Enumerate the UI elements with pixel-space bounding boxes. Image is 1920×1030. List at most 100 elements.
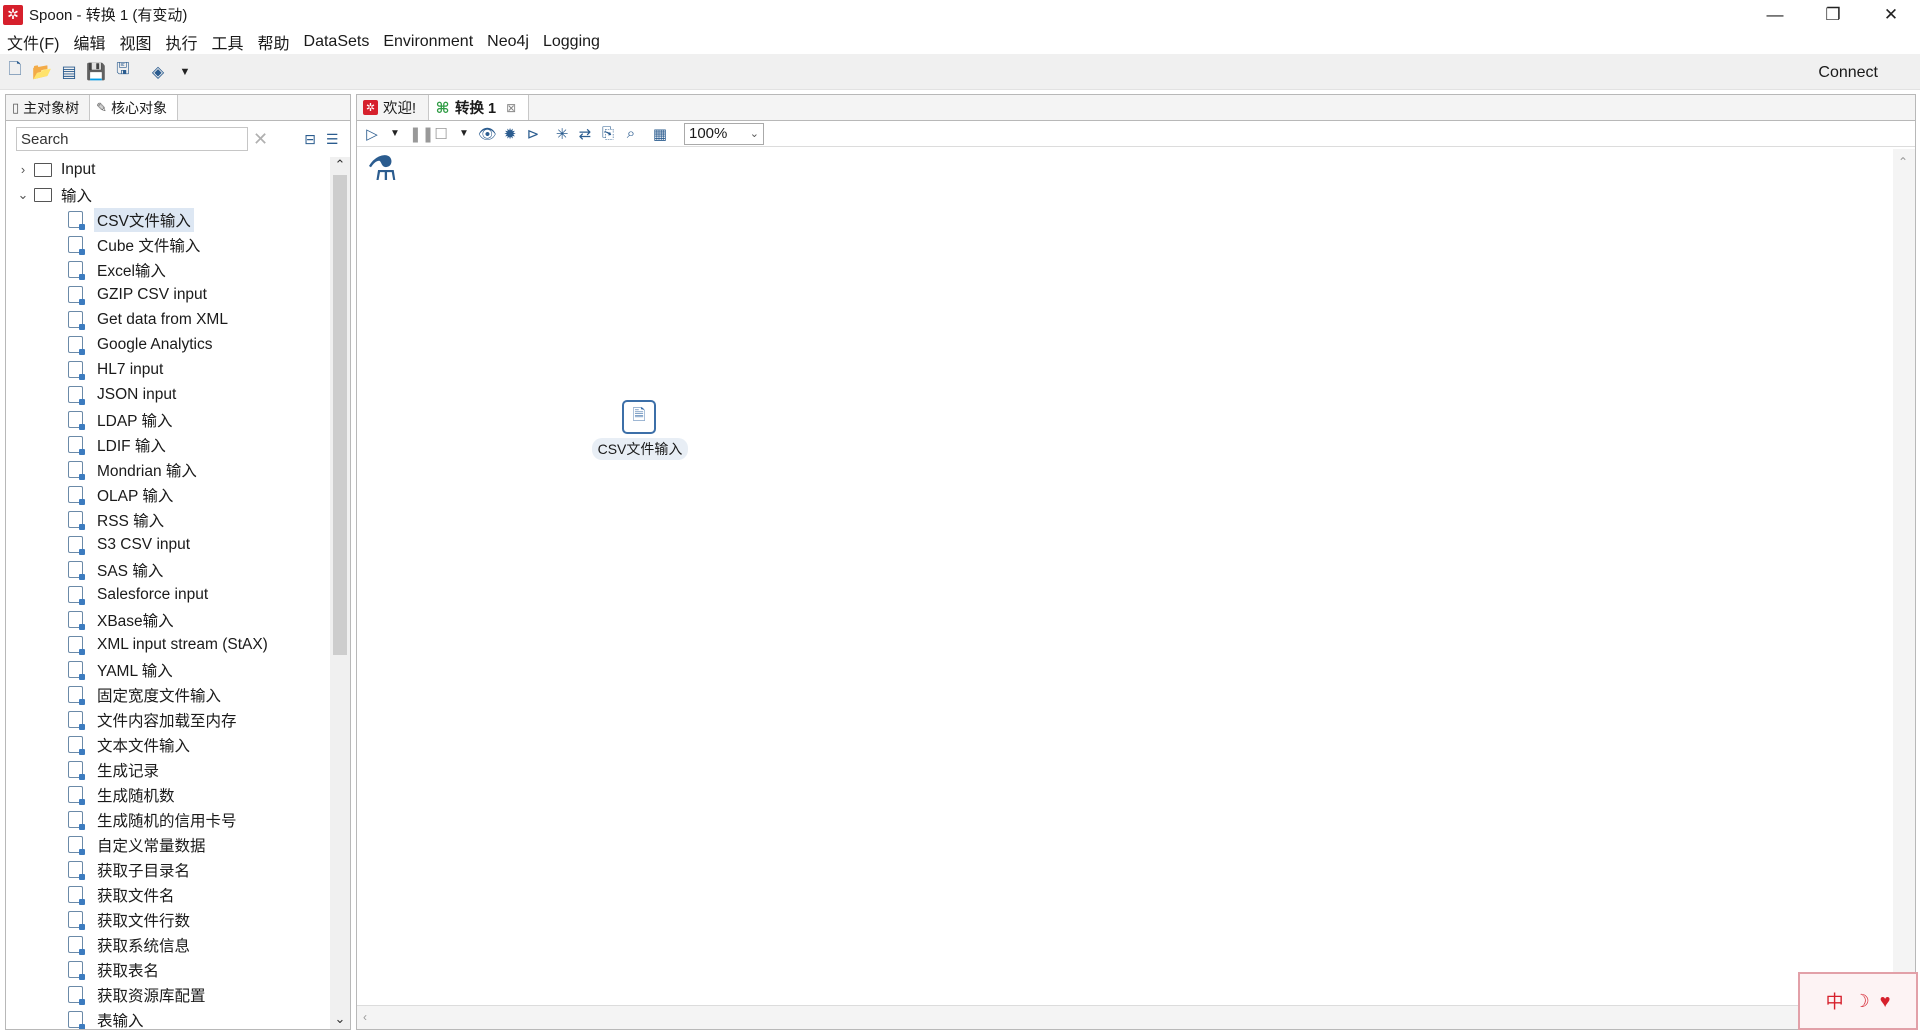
tree-step-item[interactable]: S3 CSV input [6,532,328,557]
tree-step-item[interactable]: GZIP CSV input [6,282,328,307]
canvas-horizontal-scrollbar[interactable]: ‹ [357,1005,1894,1029]
step-icon [68,636,85,655]
tab-main-tree[interactable]: ▯ 主对象树 [6,95,91,120]
menu-help[interactable]: 帮助 [258,30,290,54]
tree-step-item[interactable]: YAML 输入 [6,657,328,682]
step-icon [68,561,85,580]
tree-step-item[interactable]: Cube 文件输入 [6,232,328,257]
clear-search-icon[interactable]: ✕ [253,129,268,150]
tree-step-item[interactable]: SAS 输入 [6,557,328,582]
replay-icon[interactable]: ⊳ [524,125,542,143]
scroll-thumb[interactable] [333,175,347,655]
tree-step-item[interactable]: 文件内容加载至内存 [6,707,328,732]
tree-step-item[interactable]: XBase输入 [6,607,328,632]
connect-button[interactable]: Connect [1818,64,1878,82]
impact-icon[interactable]: ⇄ [576,125,594,143]
tree-scrollbar[interactable]: ⌃ ⌄ [330,157,350,1029]
verify-icon[interactable]: ✳ [553,125,571,143]
tree-step-item[interactable]: RSS 输入 [6,507,328,532]
chevron-down-icon[interactable]: ⌄ [12,187,34,203]
tree-step-label: 获取表名 [97,962,160,980]
tree-step-item[interactable]: Get data from XML [6,307,328,332]
open-file-icon[interactable]: 📂 [32,62,52,82]
preview-icon[interactable]: 👁 [478,125,497,143]
tree-step-item[interactable]: 生成随机数 [6,782,328,807]
menu-neo4j[interactable]: Neo4j [487,33,529,51]
tree-step-item[interactable]: 获取文件名 [6,882,328,907]
tree-folder-shuru[interactable]: ⌄ 输入 [6,182,328,207]
tree-step-item[interactable]: 表输入 [6,1007,328,1029]
step-icon [68,361,85,380]
menu-file[interactable]: 文件(F) [7,30,59,54]
close-button[interactable]: ✕ [1862,0,1920,29]
tree-step-item[interactable]: 获取资源库配置 [6,982,328,1007]
menu-view[interactable]: 视图 [119,30,151,54]
tree-step-item[interactable]: 固定宽度文件输入 [6,682,328,707]
tree-step-item[interactable]: JSON input [6,382,328,407]
new-file-icon[interactable]: 🗋 [5,61,25,82]
menu-logging[interactable]: Logging [543,33,600,51]
stop-icon[interactable]: ☐ [432,125,450,143]
csv-input-step-icon[interactable]: 🗎 [622,400,656,434]
tree-step-item[interactable]: HL7 input [6,357,328,382]
tree-step-item[interactable]: 获取系统信息 [6,932,328,957]
pause-icon[interactable]: ❚❚ [409,125,434,143]
menu-datasets[interactable]: DataSets [304,33,370,51]
zoom-select[interactable]: 100% ⌄ [684,122,764,145]
scroll-down-icon[interactable]: ⌄ [330,1011,350,1029]
tree-step-item[interactable]: 自定义常量数据 [6,832,328,857]
tree-step-item[interactable]: Excel输入 [6,257,328,282]
tab-core-objects[interactable]: ✎ 核心对象 [90,95,179,120]
sql-icon[interactable]: ⎘ [599,125,617,142]
menu-environment[interactable]: Environment [383,33,473,51]
show-results-icon[interactable]: ▦ [651,125,669,143]
canvas-vertical-scrollbar[interactable]: ⌃ [1893,149,1915,1005]
save-icon[interactable]: 💾 [86,62,106,82]
tree-step-item[interactable]: 生成随机的信用卡号 [6,807,328,832]
tree-step-label: Mondrian 输入 [97,462,197,480]
tree-step-item[interactable]: 获取表名 [6,957,328,982]
menu-edit[interactable]: 编辑 [73,30,105,54]
debug-icon[interactable]: ✹ [501,125,519,143]
run-icon[interactable]: ▷ [363,125,381,143]
scroll-up-icon[interactable]: ⌃ [330,157,350,175]
transformation-canvas[interactable]: ⚗ 🗎 CSV文件输入 [357,149,1894,1005]
menu-tools[interactable]: 工具 [211,30,243,54]
tree-step-item[interactable]: OLAP 输入 [6,482,328,507]
tree-step-item[interactable]: Google Analytics [6,332,328,357]
tree-step-item[interactable]: 生成记录 [6,757,328,782]
step-icon [68,286,85,305]
tree-step-item[interactable]: 获取文件行数 [6,907,328,932]
scroll-up-icon[interactable]: ⌃ [1898,155,1908,169]
tab-transformation-1[interactable]: ⌘ 转换 1 ⊠ [429,95,530,120]
tree-folder-input[interactable]: › Input [6,157,328,182]
chevron-right-icon[interactable]: › [12,162,34,177]
tree-step-item[interactable]: XML input stream (StAX) [6,632,328,657]
tree-step-item[interactable]: 文本文件输入 [6,732,328,757]
tree-step-item[interactable]: CSV文件输入 [6,207,328,232]
tree-step-item[interactable]: LDIF 输入 [6,432,328,457]
tree-step-label: 自定义常量数据 [97,837,206,855]
tree-step-item[interactable]: 获取子目录名 [6,857,328,882]
tree-step-item[interactable]: LDAP 输入 [6,407,328,432]
restore-button[interactable]: ❐ [1804,0,1862,29]
close-tab-icon[interactable]: ⊠ [506,101,516,115]
minimize-button[interactable]: — [1746,0,1804,29]
explore-db-icon[interactable]: ⌕ [622,125,640,142]
explore-repository-icon[interactable]: ▤ [59,62,79,82]
tree-step-item[interactable]: Salesforce input [6,582,328,607]
expand-all-icon[interactable]: ☰ [326,131,339,148]
perspective-dropdown-icon[interactable]: ▼ [175,62,195,82]
run-dropdown-icon[interactable]: ▼ [386,128,404,139]
canvas-step[interactable]: 🗎 CSV文件输入 [592,400,688,460]
scroll-left-icon[interactable]: ‹ [363,1010,367,1024]
tree-step-item[interactable]: Mondrian 输入 [6,457,328,482]
stop-dropdown-icon[interactable]: ▼ [455,128,473,139]
perspective-icon[interactable]: ◈ [148,62,168,82]
tab-welcome[interactable]: ✲ 欢迎! [357,95,430,120]
menu-run[interactable]: 执行 [165,30,197,54]
collapse-all-icon[interactable]: ⊟ [304,131,316,148]
save-as-icon[interactable]: 🖫 [113,61,133,82]
flask-icon[interactable]: ⚗ [367,149,407,191]
search-input[interactable] [16,127,248,151]
